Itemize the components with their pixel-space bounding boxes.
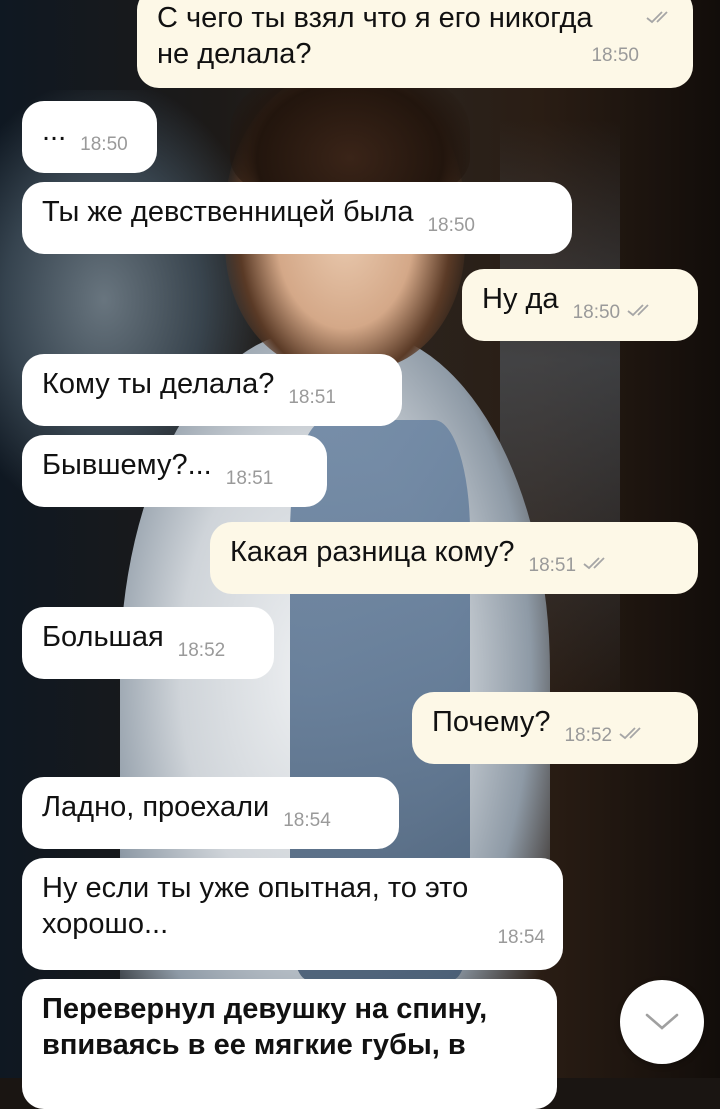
message-incoming[interactable]: Ладно, проехали 18:54 bbox=[22, 777, 399, 849]
message-text: ... bbox=[42, 115, 67, 147]
message-outgoing[interactable]: Какая разница кому? 18:51 bbox=[210, 522, 698, 594]
message-text: Почему? bbox=[432, 706, 551, 738]
message-text: Кому ты делала? bbox=[42, 368, 275, 400]
message-outgoing[interactable]: Почему? 18:52 bbox=[412, 692, 698, 764]
message-time: 18:51 bbox=[528, 555, 577, 576]
message-text: Ладно, проехали bbox=[42, 791, 270, 823]
message-time: 18:50 bbox=[591, 45, 639, 66]
message-incoming[interactable]: Бывшему?... 18:51 bbox=[22, 435, 327, 507]
message-outgoing[interactable]: Ну да 18:50 bbox=[462, 269, 698, 341]
message-time: 18:51 bbox=[288, 387, 336, 408]
message-time: 18:50 bbox=[80, 134, 128, 155]
message-incoming[interactable]: ... 18:50 bbox=[22, 101, 157, 173]
message-time: 18:50 bbox=[427, 215, 475, 236]
message-text: С чего ты взял что я его никогда не дела… bbox=[157, 2, 593, 70]
double-check-icon bbox=[582, 543, 616, 570]
message-text: Ну да bbox=[482, 283, 559, 315]
message-time: 18:51 bbox=[225, 468, 274, 489]
message-outgoing[interactable]: С чего ты взял что я его никогда не дела… bbox=[137, 0, 693, 88]
message-text: Ну если ты уже опытная, то это хорошо... bbox=[42, 872, 469, 940]
message-list[interactable]: С чего ты взял что я его никогда не дела… bbox=[0, 0, 720, 1109]
message-time: 18:54 bbox=[283, 810, 331, 831]
message-incoming[interactable]: Кому ты делала? 18:51 bbox=[22, 354, 402, 426]
message-text: Большая bbox=[42, 621, 164, 653]
message-time: 18:52 bbox=[564, 725, 613, 746]
message-text: Ты же девственницей была bbox=[42, 196, 414, 228]
message-time: 18:54 bbox=[497, 927, 545, 948]
message-incoming[interactable]: Большая 18:52 bbox=[22, 607, 274, 679]
message-time: 18:50 bbox=[572, 302, 621, 323]
double-check-icon bbox=[626, 290, 660, 317]
message-time: 18:52 bbox=[177, 640, 226, 661]
message-text: Перевернул девушку на спину, впиваясь в … bbox=[42, 993, 488, 1061]
message-text: Бывшему?... bbox=[42, 449, 212, 481]
message-incoming[interactable]: Перевернул девушку на спину, впиваясь в … bbox=[22, 979, 557, 1109]
message-incoming[interactable]: Ну если ты уже опытная, то это хорошо...… bbox=[22, 858, 563, 970]
double-check-icon bbox=[618, 713, 652, 740]
double-check-icon bbox=[645, 0, 679, 24]
message-incoming[interactable]: Ты же девственницей была 18:50 bbox=[22, 182, 572, 254]
scroll-to-bottom-button[interactable] bbox=[620, 980, 704, 1064]
chevron-down-icon bbox=[644, 1012, 680, 1032]
message-text: Какая разница кому? bbox=[230, 536, 515, 568]
